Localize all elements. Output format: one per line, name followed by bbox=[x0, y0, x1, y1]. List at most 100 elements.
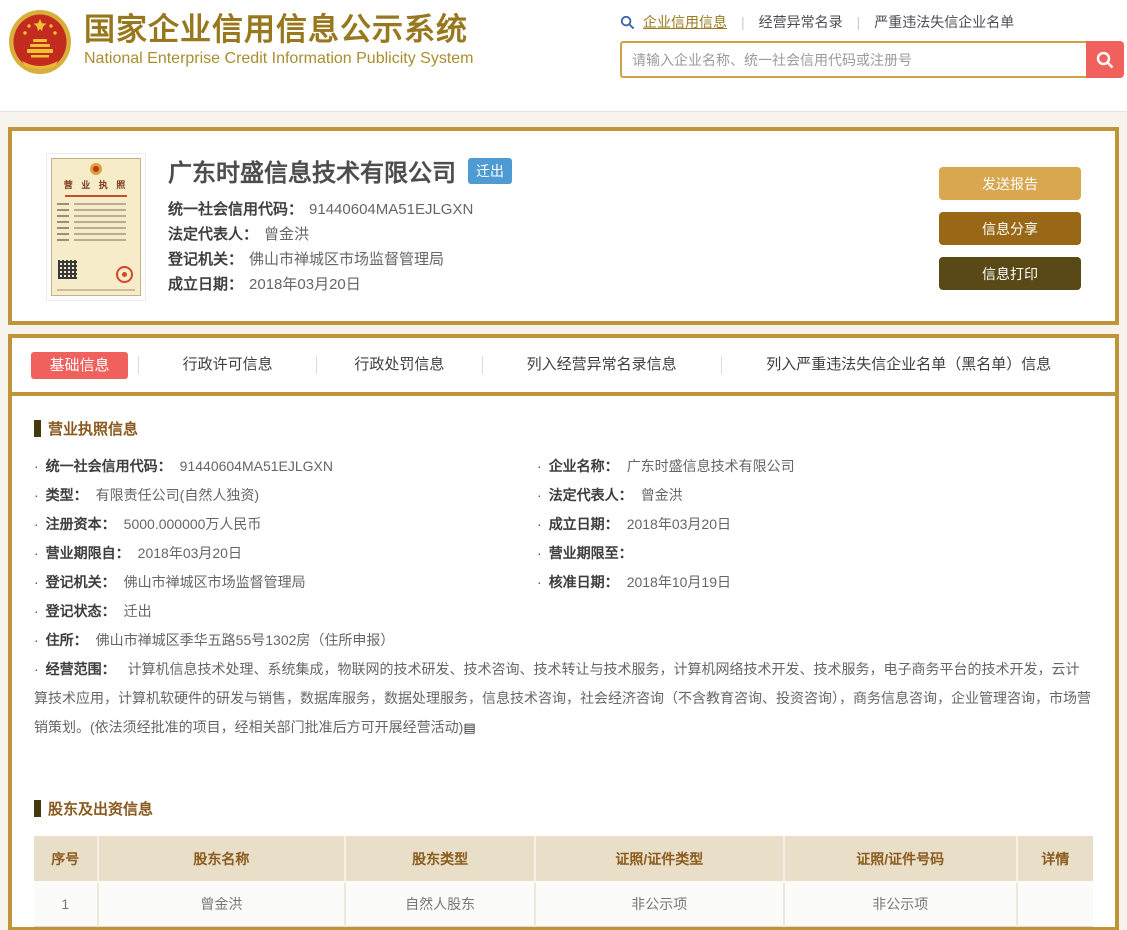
cell-shareholder-type: 自然人股东 bbox=[345, 882, 536, 927]
summary-row: 统一社会信用代码： 91440604MA51EJLGXN bbox=[168, 197, 939, 222]
summary-value: 曾金洪 bbox=[264, 226, 310, 243]
column-header-shareholder-name: 股东名称 bbox=[97, 836, 347, 883]
license-seal-icon bbox=[116, 266, 133, 283]
bullet: · bbox=[537, 487, 542, 503]
tab-bar: 基础信息 行政许可信息 行政处罚信息 列入经营异常名录信息 列入严重违法失信企业… bbox=[12, 338, 1115, 396]
column-header-shareholder-type: 股东类型 bbox=[345, 836, 536, 883]
cell-certificate-type: 非公示项 bbox=[534, 882, 785, 927]
column-header-index: 序号 bbox=[34, 836, 99, 883]
cell-certificate-number: 非公示项 bbox=[783, 882, 1018, 927]
bullet: · bbox=[34, 545, 39, 561]
summary-value: 91440604MA51EJLGXN bbox=[309, 201, 474, 218]
summary-row: 法定代表人： 曾金洪 bbox=[168, 222, 939, 247]
search-input[interactable] bbox=[620, 41, 1086, 78]
nav-link-abnormal-directory[interactable]: 经营异常名录 bbox=[759, 12, 843, 32]
field-value: 2018年10月19日 bbox=[626, 574, 731, 590]
nav-link-enterprise-credit[interactable]: 企业信用信息 bbox=[643, 12, 727, 32]
field-label: 法定代表人： bbox=[548, 487, 633, 503]
bullet: · bbox=[537, 458, 542, 474]
field-row: · 成立日期： 2018年03月20日 bbox=[537, 510, 1093, 539]
field-label: 登记状态： bbox=[45, 603, 116, 619]
field-label: 统一社会信用代码： bbox=[45, 458, 172, 474]
summary-row: 成立日期： 2018年03月20日 bbox=[168, 272, 939, 297]
bullet: · bbox=[34, 487, 39, 503]
field-row: · 登记状态： 迁出 bbox=[34, 597, 537, 626]
national-emblem-logo bbox=[9, 10, 71, 74]
field-row: · 登记机关： 佛山市禅城区市场监督管理局 bbox=[34, 568, 537, 597]
field-label: 注册资本： bbox=[45, 516, 116, 532]
bullet: · bbox=[537, 574, 542, 590]
tab-blacklist[interactable]: 列入严重违法失信企业名单（黑名单）信息 bbox=[720, 356, 1096, 374]
business-scope-value: 计算机信息技术处理、系统集成，物联网的技术研发、技术咨询、技术转让与技术服务，计… bbox=[34, 661, 1091, 735]
license-title: 营 业 执 照 bbox=[63, 180, 129, 190]
bullet: · bbox=[34, 661, 39, 677]
shareholder-table: 序号 股东名称 股东类型 证照/证件类型 证照/证件号码 详情 1 曾金洪 自然… bbox=[34, 836, 1093, 927]
field-label: 核准日期： bbox=[548, 574, 619, 590]
cell-shareholder-name: 曾金洪 bbox=[97, 882, 347, 927]
column-header-certificate-type: 证照/证件类型 bbox=[534, 836, 785, 883]
field-label: 企业名称： bbox=[548, 458, 619, 474]
company-summary-card: 营 业 执 照 广东时盛信息技术有限公司 迁出 统一社会信用代码： 914406… bbox=[8, 127, 1119, 325]
send-report-button[interactable]: 发送报告 bbox=[939, 167, 1081, 200]
tab-administrative-license[interactable]: 行政许可信息 bbox=[138, 356, 316, 374]
summary-value: 佛山市禅城区市场监督管理局 bbox=[249, 251, 445, 268]
nav-link-illegal-blacklist[interactable]: 严重违法失信企业名单 bbox=[874, 12, 1014, 32]
license-section-title: 营业执照信息 bbox=[34, 418, 1093, 439]
summary-label: 登记机关： bbox=[168, 251, 244, 268]
field-value: 佛山市禅城区市场监督管理局 bbox=[123, 574, 306, 590]
table-header-row: 序号 股东名称 股东类型 证照/证件类型 证照/证件号码 详情 bbox=[34, 836, 1093, 883]
detail-card: 基础信息 行政许可信息 行政处罚信息 列入经营异常名录信息 列入严重违法失信企业… bbox=[8, 334, 1119, 930]
field-value: 91440604MA51EJLGXN bbox=[179, 458, 333, 474]
column-header-detail: 详情 bbox=[1016, 836, 1093, 883]
field-value: 迁出 bbox=[123, 603, 152, 619]
field-value: 曾金洪 bbox=[640, 487, 683, 503]
column-header-certificate-number: 证照/证件号码 bbox=[783, 836, 1018, 883]
section-marker bbox=[34, 800, 41, 817]
bullet: · bbox=[34, 632, 39, 648]
search-button-icon bbox=[1096, 51, 1114, 68]
search-icon bbox=[620, 15, 635, 29]
site-title: 国家企业信用信息公示系统 bbox=[84, 12, 468, 47]
tab-abnormal-operation-list[interactable]: 列入经营异常名录信息 bbox=[481, 356, 721, 374]
bullet: · bbox=[34, 603, 39, 619]
status-badge[interactable]: 迁出 bbox=[468, 157, 512, 184]
cell-index: 1 bbox=[34, 882, 99, 927]
field-value: 有限责任公司(自然人独资) bbox=[95, 487, 259, 503]
cell-detail bbox=[1016, 882, 1093, 927]
tab-basic-info[interactable]: 基础信息 bbox=[31, 351, 128, 379]
business-scope-row: · 经营范围： 计算机信息技术处理、系统集成，物联网的技术研发、技术咨询、技术转让… bbox=[34, 655, 1093, 742]
business-license-thumbnail[interactable]: 营 业 执 照 bbox=[46, 153, 146, 301]
summary-label: 成立日期： bbox=[168, 276, 244, 293]
field-label: 成立日期： bbox=[548, 516, 619, 532]
shareholder-section-title: 股东及出资信息 bbox=[34, 798, 1093, 819]
license-qr-code bbox=[58, 260, 77, 279]
business-license-image: 营 业 执 照 bbox=[51, 158, 141, 296]
field-value: 5000.000000万人民币 bbox=[123, 516, 262, 532]
license-emblem-icon bbox=[90, 163, 102, 175]
field-label: 登记机关： bbox=[45, 574, 116, 590]
scope-expand-icon[interactable]: ▤ bbox=[463, 720, 475, 735]
license-redline bbox=[65, 195, 127, 197]
field-row: · 营业期限至： bbox=[537, 539, 1093, 568]
field-row: · 法定代表人： 曾金洪 bbox=[537, 481, 1093, 510]
bullet: · bbox=[34, 516, 39, 532]
field-value: 2018年03月20日 bbox=[137, 545, 242, 561]
field-value: 佛山市禅城区季华五路55号1302房（住所申报） bbox=[95, 632, 395, 648]
field-label: 营业期限自： bbox=[45, 545, 130, 561]
field-label: 类型： bbox=[45, 487, 88, 503]
summary-label: 统一社会信用代码： bbox=[168, 201, 304, 218]
license-text-lines bbox=[57, 203, 135, 241]
field-row: · 企业名称： 广东时盛信息技术有限公司 bbox=[537, 452, 1093, 481]
search-button[interactable] bbox=[1086, 41, 1124, 78]
bullet: · bbox=[34, 458, 39, 474]
field-row: · 营业期限自： 2018年03月20日 bbox=[34, 539, 537, 568]
bullet: · bbox=[537, 516, 542, 532]
table-row: 1 曾金洪 自然人股东 非公示项 非公示项 bbox=[34, 882, 1093, 927]
tab-administrative-penalty[interactable]: 行政处罚信息 bbox=[316, 356, 481, 374]
field-row: · 类型： 有限责任公司(自然人独资) bbox=[34, 481, 537, 510]
field-row: · 核准日期： 2018年10月19日 bbox=[537, 568, 1093, 597]
field-label: 营业期限至： bbox=[548, 545, 633, 561]
field-value: 广东时盛信息技术有限公司 bbox=[626, 458, 795, 474]
share-info-button[interactable]: 信息分享 bbox=[939, 212, 1081, 245]
print-info-button[interactable]: 信息打印 bbox=[939, 257, 1081, 290]
